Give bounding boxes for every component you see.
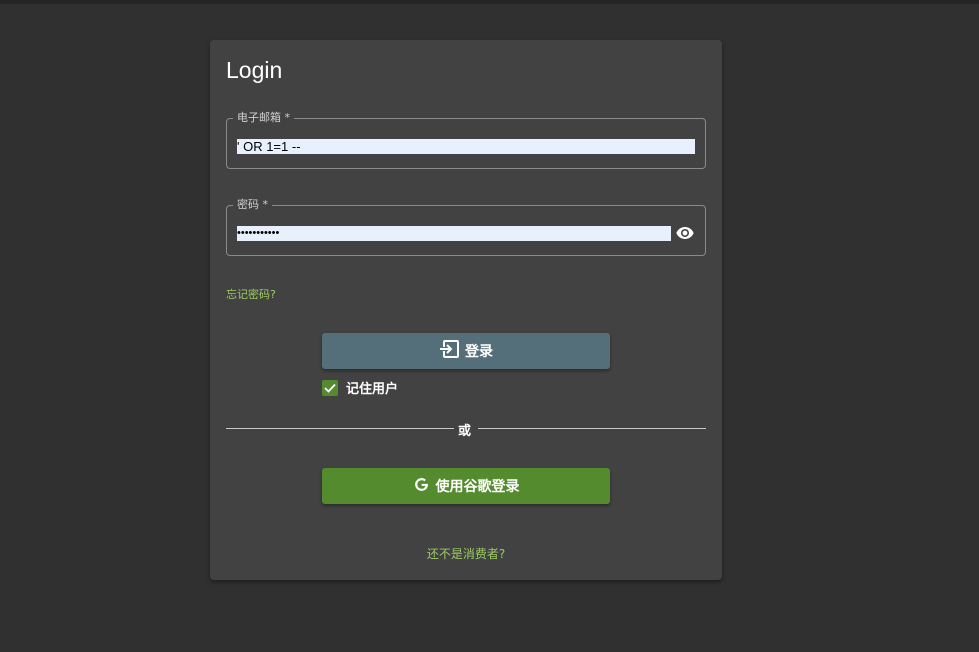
email-input[interactable] bbox=[237, 139, 695, 154]
divider-left bbox=[226, 428, 454, 429]
google-login-label: 使用谷歌登录 bbox=[435, 479, 520, 495]
page-title: Login bbox=[226, 57, 283, 83]
divider-or: 或 bbox=[458, 424, 472, 439]
login-button-label: 登录 bbox=[465, 344, 493, 360]
checkbox-checked-icon[interactable] bbox=[322, 379, 338, 396]
divider-right bbox=[478, 428, 706, 429]
signup-link[interactable]: 还不是消费者? bbox=[210, 545, 722, 562]
email-label: 电子邮箱 * bbox=[233, 110, 294, 126]
top-bar bbox=[0, 0, 979, 4]
login-card: Login 电子邮箱 * 密码 * ••••••••••• 忘记密码? 登录 bbox=[210, 40, 722, 580]
password-field[interactable]: 密码 * ••••••••••• bbox=[226, 197, 706, 256]
login-icon bbox=[439, 340, 459, 362]
forgot-password-link[interactable]: 忘记密码? bbox=[226, 286, 276, 302]
google-login-button[interactable]: 使用谷歌登录 bbox=[322, 468, 610, 504]
password-input[interactable]: ••••••••••• bbox=[237, 226, 671, 241]
remember-me-label: 记住用户 bbox=[346, 382, 399, 397]
google-icon bbox=[413, 476, 430, 497]
email-field[interactable]: 电子邮箱 * bbox=[226, 110, 706, 169]
remember-me-checkbox[interactable]: 记住用户 bbox=[322, 378, 398, 397]
eye-icon[interactable] bbox=[676, 225, 694, 239]
password-label: 密码 * bbox=[233, 197, 272, 213]
login-button[interactable]: 登录 bbox=[322, 333, 610, 369]
